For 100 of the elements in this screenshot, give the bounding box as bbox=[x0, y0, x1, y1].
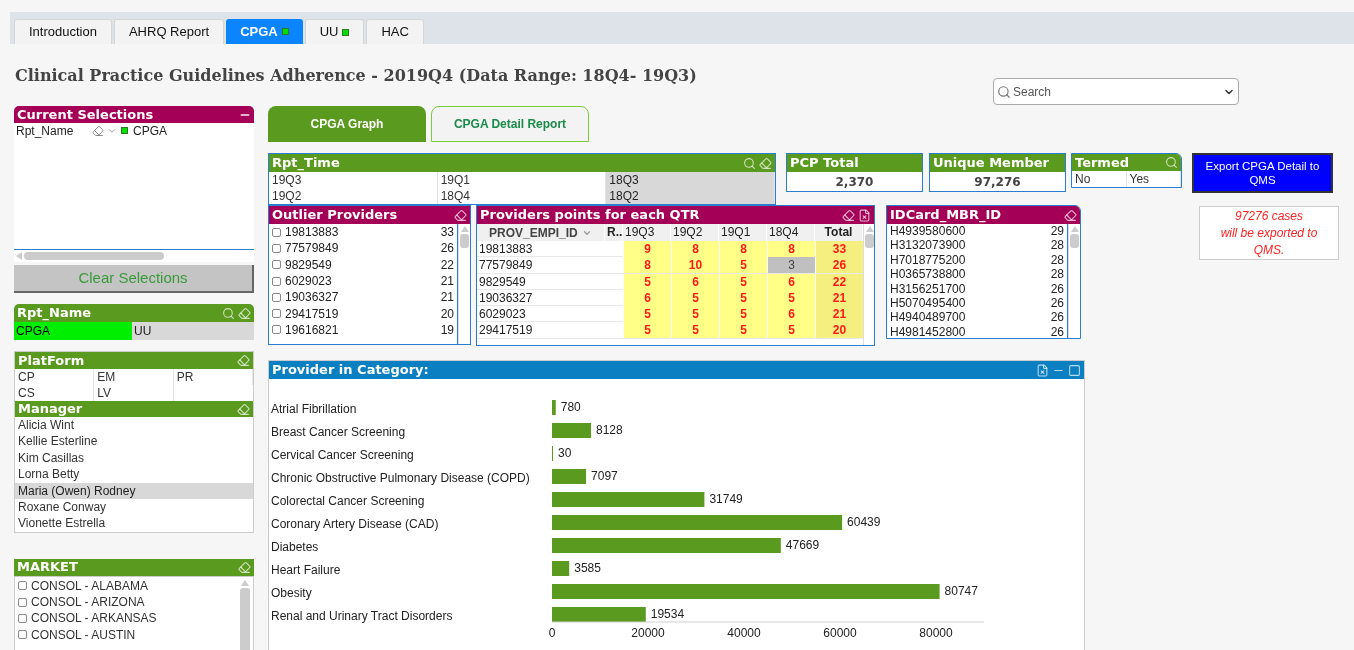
panel-title: Providers points for each QTR bbox=[480, 206, 700, 225]
category-label: Cervical Cancer Screening bbox=[271, 448, 414, 463]
member-id[interactable]: H4939580600 bbox=[890, 224, 1051, 239]
provider-id[interactable]: 77579849 bbox=[285, 239, 441, 258]
provider-count: 22 bbox=[440, 256, 454, 274]
axis-tick-label: 60000 bbox=[823, 626, 857, 640]
list-item[interactable]: Yes bbox=[1126, 171, 1181, 187]
table-cell: 33 bbox=[815, 241, 863, 257]
status-indicator-icon bbox=[281, 28, 289, 35]
provider-id[interactable]: 19813883 bbox=[285, 223, 441, 242]
provider-id[interactable]: 6029023 bbox=[285, 272, 441, 291]
table-cell: 10 bbox=[671, 257, 719, 274]
value-label: 60439 bbox=[847, 515, 881, 530]
eraser-icon[interactable] bbox=[92, 124, 104, 137]
checkbox[interactable] bbox=[272, 227, 281, 237]
member-id[interactable]: H4981452800 bbox=[890, 324, 1051, 338]
category-label: Atrial Fibrillation bbox=[271, 402, 357, 417]
checkbox[interactable] bbox=[18, 630, 27, 640]
value-label: 19534 bbox=[650, 607, 685, 622]
list-item[interactable]: CS bbox=[15, 385, 95, 401]
member-count: 28 bbox=[1050, 267, 1064, 282]
list-item[interactable]: CONSOL - AUSTIN bbox=[31, 625, 136, 644]
checkbox[interactable] bbox=[18, 597, 27, 607]
provider-id[interactable]: 19616821 bbox=[285, 320, 441, 339]
table-cell: 8 bbox=[767, 241, 815, 257]
checkbox[interactable] bbox=[272, 243, 281, 253]
list-item[interactable]: 18Q2 bbox=[606, 188, 775, 204]
member-id[interactable]: H4940489700 bbox=[890, 310, 1051, 325]
panel-title: PCP Total bbox=[790, 154, 859, 173]
list-item[interactable]: 18Q3 bbox=[606, 172, 775, 188]
tab[interactable]: Introduction bbox=[14, 19, 112, 44]
provider-id[interactable]: 29417519 bbox=[285, 304, 441, 323]
bar[interactable] bbox=[552, 469, 587, 484]
member-count: 26 bbox=[1050, 324, 1064, 338]
checkbox[interactable] bbox=[18, 613, 27, 623]
member-count: 26 bbox=[1050, 310, 1064, 325]
sheet-button[interactable]: CPGA Detail Report bbox=[431, 106, 589, 142]
provider-count: 26 bbox=[440, 240, 454, 258]
category-label: Obesity bbox=[271, 586, 312, 601]
member-count: 28 bbox=[1050, 252, 1064, 268]
checkbox[interactable] bbox=[272, 325, 281, 335]
tab[interactable]: CPGA bbox=[226, 19, 303, 44]
search-icon[interactable] bbox=[1165, 156, 1178, 169]
list-item[interactable]: No bbox=[1072, 171, 1127, 187]
maximize-icon[interactable] bbox=[1068, 363, 1081, 377]
table-cell: 5 bbox=[719, 257, 767, 274]
list-item[interactable]: CONSOL - ARKANSAS bbox=[31, 609, 157, 628]
table-cell: 3 bbox=[767, 257, 815, 274]
search-input[interactable]: Search bbox=[1013, 82, 1221, 101]
clear-icon[interactable] bbox=[858, 208, 871, 222]
checkbox[interactable] bbox=[272, 292, 281, 302]
list-item[interactable]: CPGA bbox=[14, 322, 132, 340]
provider-count: 21 bbox=[440, 273, 454, 291]
member-id[interactable]: H3156251700 bbox=[890, 281, 1051, 296]
provider-count: 33 bbox=[440, 224, 454, 242]
bar[interactable] bbox=[552, 400, 556, 415]
panel-title: Rpt_Name bbox=[17, 304, 92, 323]
member-id[interactable]: H7018775200 bbox=[890, 252, 1051, 268]
list-item[interactable]: 19Q3 bbox=[269, 172, 438, 188]
panel-title: Unique Member bbox=[933, 154, 1049, 173]
member-id[interactable]: H3132073900 bbox=[890, 238, 1051, 253]
checkbox[interactable] bbox=[272, 309, 281, 319]
checkbox[interactable] bbox=[272, 260, 281, 270]
scrollbar[interactable] bbox=[1068, 224, 1080, 338]
selection-field: Rpt_Name bbox=[16, 121, 92, 140]
tab[interactable]: UU bbox=[304, 19, 365, 44]
panel-title: Rpt_Time bbox=[272, 154, 340, 173]
scrollbar[interactable] bbox=[863, 224, 874, 345]
bar[interactable] bbox=[552, 561, 570, 576]
search-field[interactable]: Search bbox=[993, 78, 1239, 105]
column-header[interactable]: R.. bbox=[605, 224, 623, 242]
tab[interactable]: AHRQ Report bbox=[113, 19, 225, 44]
category-label: Coronary Artery Disease (CAD) bbox=[271, 517, 439, 532]
list-item[interactable]: CONSOL - ALABAMA bbox=[31, 576, 148, 595]
checkbox[interactable] bbox=[18, 581, 27, 591]
clear-icon[interactable] bbox=[1036, 363, 1049, 377]
table-cell: 5 bbox=[623, 306, 671, 323]
search-icon[interactable] bbox=[743, 156, 756, 170]
panel-title: MARKET bbox=[17, 558, 78, 577]
provider-id[interactable]: 9829549 bbox=[285, 255, 441, 274]
list-item[interactable]: CP bbox=[15, 369, 95, 385]
table-cell-text: 19813883 bbox=[478, 241, 534, 257]
list-item[interactable]: CONSOL - ARIZONA bbox=[31, 593, 145, 612]
member-id[interactable]: H0365738800 bbox=[890, 267, 1051, 282]
selection-indicator-icon bbox=[121, 127, 128, 134]
scrollbar[interactable] bbox=[458, 224, 470, 344]
list-item[interactable]: 19Q2 bbox=[269, 188, 438, 204]
category-label: Renal and Urinary Tract Disorders bbox=[271, 609, 453, 624]
column-header[interactable]: PROV_EMPI_ID bbox=[477, 224, 605, 242]
list-item[interactable]: UU bbox=[132, 322, 254, 340]
axis-tick-label: 80000 bbox=[919, 626, 953, 640]
value-label: 7097 bbox=[591, 469, 618, 484]
checkbox[interactable] bbox=[272, 276, 281, 286]
value-label: 3585 bbox=[574, 561, 601, 576]
provider-id[interactable]: 19036327 bbox=[285, 288, 441, 307]
member-id[interactable]: H5070495400 bbox=[890, 295, 1051, 311]
tab[interactable]: HAC bbox=[366, 19, 424, 44]
category-label: Diabetes bbox=[271, 540, 319, 555]
export-button[interactable]: Export CPGA Detail to QMS bbox=[1192, 153, 1333, 193]
search-icon[interactable] bbox=[222, 306, 235, 320]
